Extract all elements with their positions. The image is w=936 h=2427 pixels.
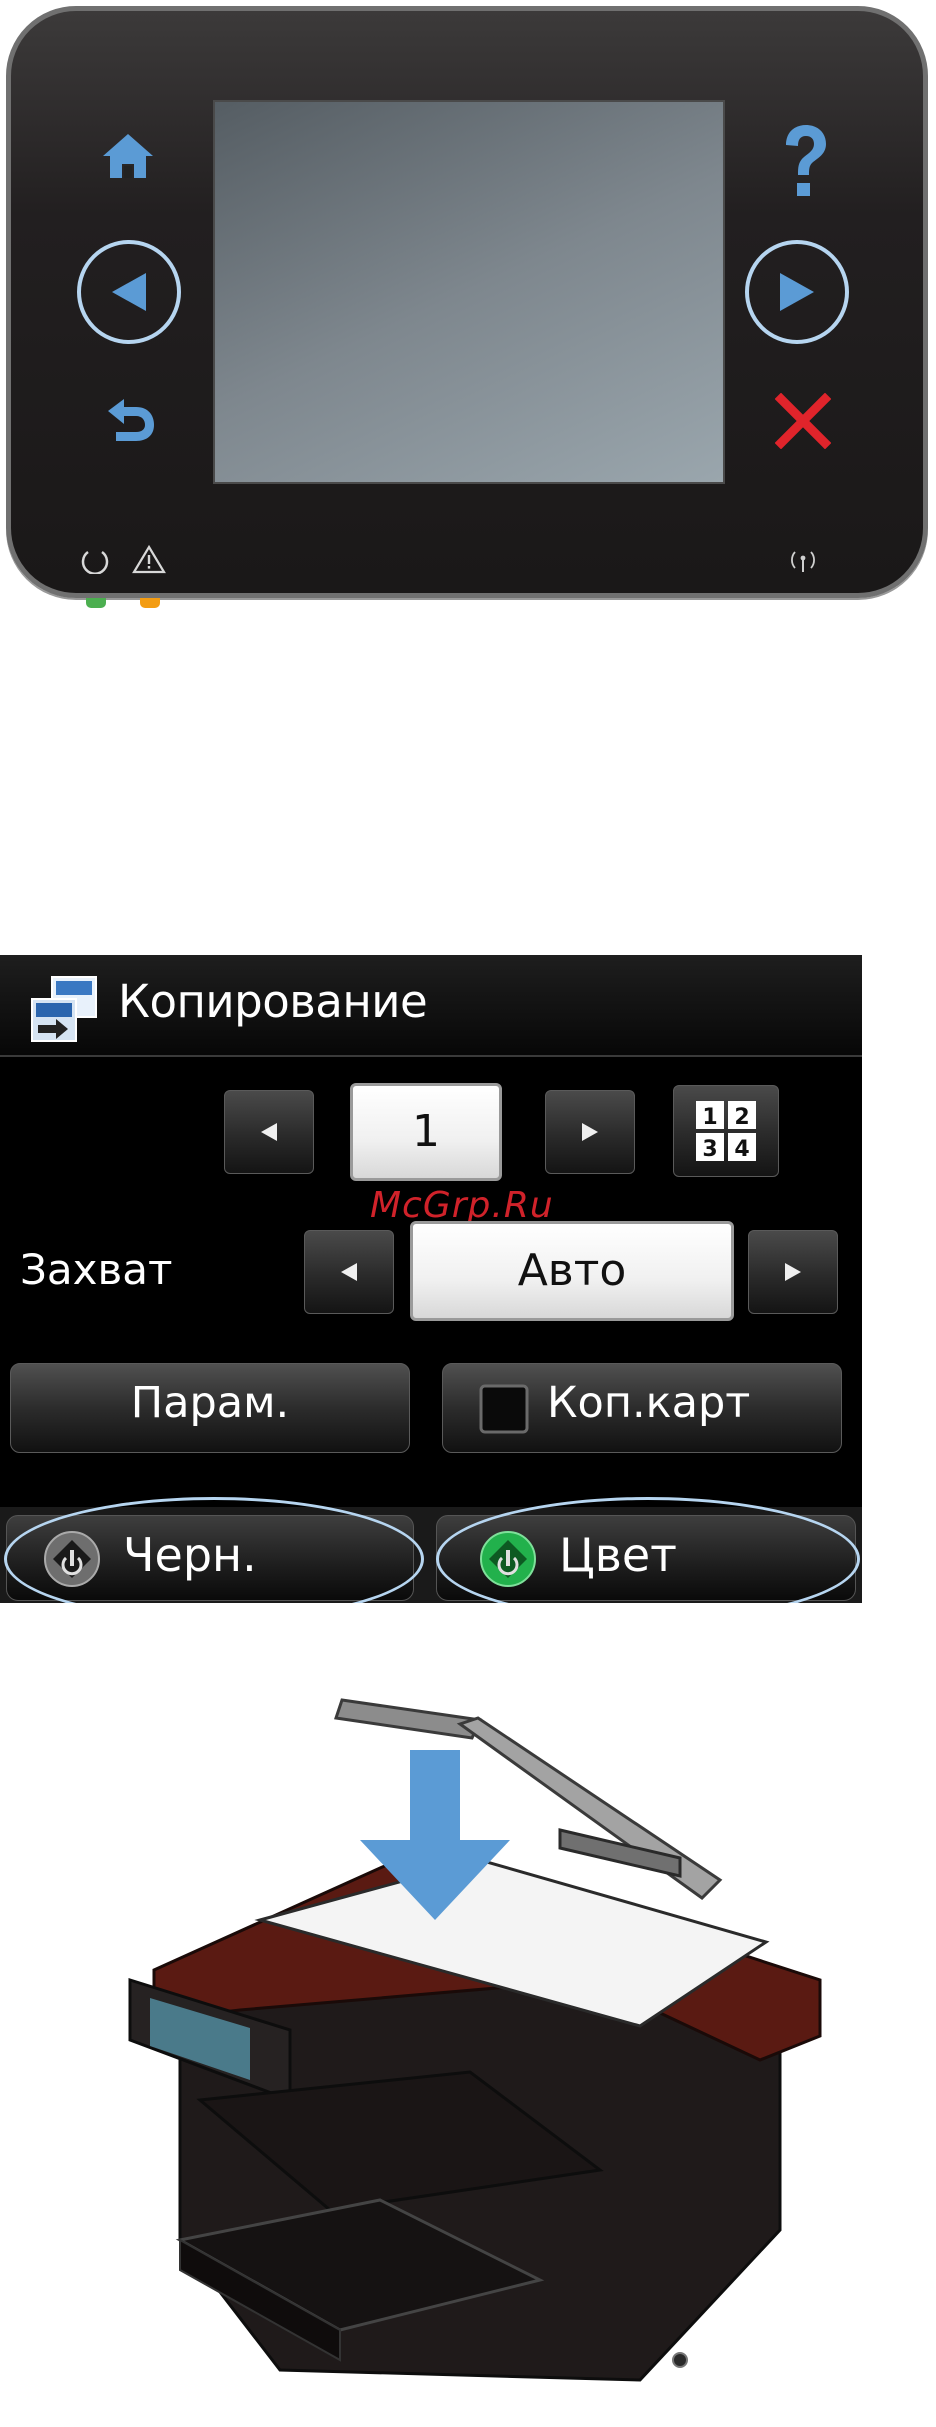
color-start-button[interactable]: Цвет	[436, 1515, 856, 1601]
help-button[interactable]	[770, 120, 840, 204]
left-triangle-icon	[341, 1263, 357, 1281]
copy-touch-screen: Копирование 1 1 2 3 4 McGrp.Ru Захват Ав…	[0, 955, 862, 1603]
id-copy-button[interactable]: Коп.карт	[442, 1363, 842, 1453]
home-button[interactable]	[95, 126, 161, 186]
control-panel	[0, 0, 936, 608]
copies-field[interactable]: 1	[350, 1083, 502, 1181]
multi-page-icon: 1 2 3 4	[696, 1101, 756, 1162]
checkbox-icon	[479, 1384, 529, 1434]
power-icon	[81, 550, 109, 574]
warning-icon	[132, 544, 166, 574]
right-arrow-button[interactable]	[745, 240, 849, 344]
layout-digit-3: 3	[702, 1137, 717, 1162]
wireless-icon	[791, 551, 815, 572]
copy-icon	[31, 976, 97, 1042]
start-color-icon	[480, 1531, 536, 1587]
left-triangle-icon	[261, 1123, 277, 1141]
right-arrow-icon	[780, 273, 814, 311]
right-triangle-icon	[785, 1263, 801, 1281]
cancel-button[interactable]	[768, 386, 838, 456]
help-icon	[786, 125, 826, 196]
left-arrow-button[interactable]	[77, 240, 181, 344]
title-bar: Копирование	[0, 955, 862, 1057]
layout-digit-2: 2	[734, 1105, 749, 1130]
capture-previous-button[interactable]	[304, 1230, 394, 1314]
id-copy-button-label: Коп.карт	[547, 1378, 751, 1428]
black-start-label: Черн.	[123, 1528, 257, 1582]
black-start-button[interactable]: Черн.	[6, 1515, 414, 1601]
copies-increase-button[interactable]	[545, 1090, 635, 1174]
attention-led	[140, 598, 160, 608]
start-black-icon	[44, 1531, 100, 1587]
panel-display[interactable]	[213, 100, 725, 484]
back-button[interactable]	[97, 390, 163, 450]
power-button	[672, 2352, 688, 2368]
pages-per-sheet-button[interactable]: 1 2 3 4	[673, 1085, 779, 1177]
color-start-label: Цвет	[559, 1528, 677, 1582]
left-arrow-icon	[112, 273, 146, 311]
watermark: McGrp.Ru	[370, 1185, 554, 1226]
settings-button[interactable]: Парам.	[10, 1363, 410, 1453]
ready-led	[86, 598, 106, 608]
cancel-icon	[775, 393, 831, 449]
copies-decrease-button[interactable]	[224, 1090, 314, 1174]
printer-illustration	[128, 1698, 822, 2382]
capture-next-button[interactable]	[748, 1230, 838, 1314]
home-icon	[103, 134, 153, 178]
settings-button-label: Парам.	[130, 1378, 290, 1428]
back-icon	[108, 399, 154, 441]
right-triangle-icon	[582, 1123, 598, 1141]
layout-digit-1: 1	[702, 1105, 717, 1130]
capture-label: Захват	[20, 1245, 173, 1294]
screen-title: Копирование	[118, 975, 428, 1028]
capture-mode-field[interactable]: Авто	[410, 1221, 734, 1321]
layout-digit-4: 4	[734, 1137, 749, 1162]
